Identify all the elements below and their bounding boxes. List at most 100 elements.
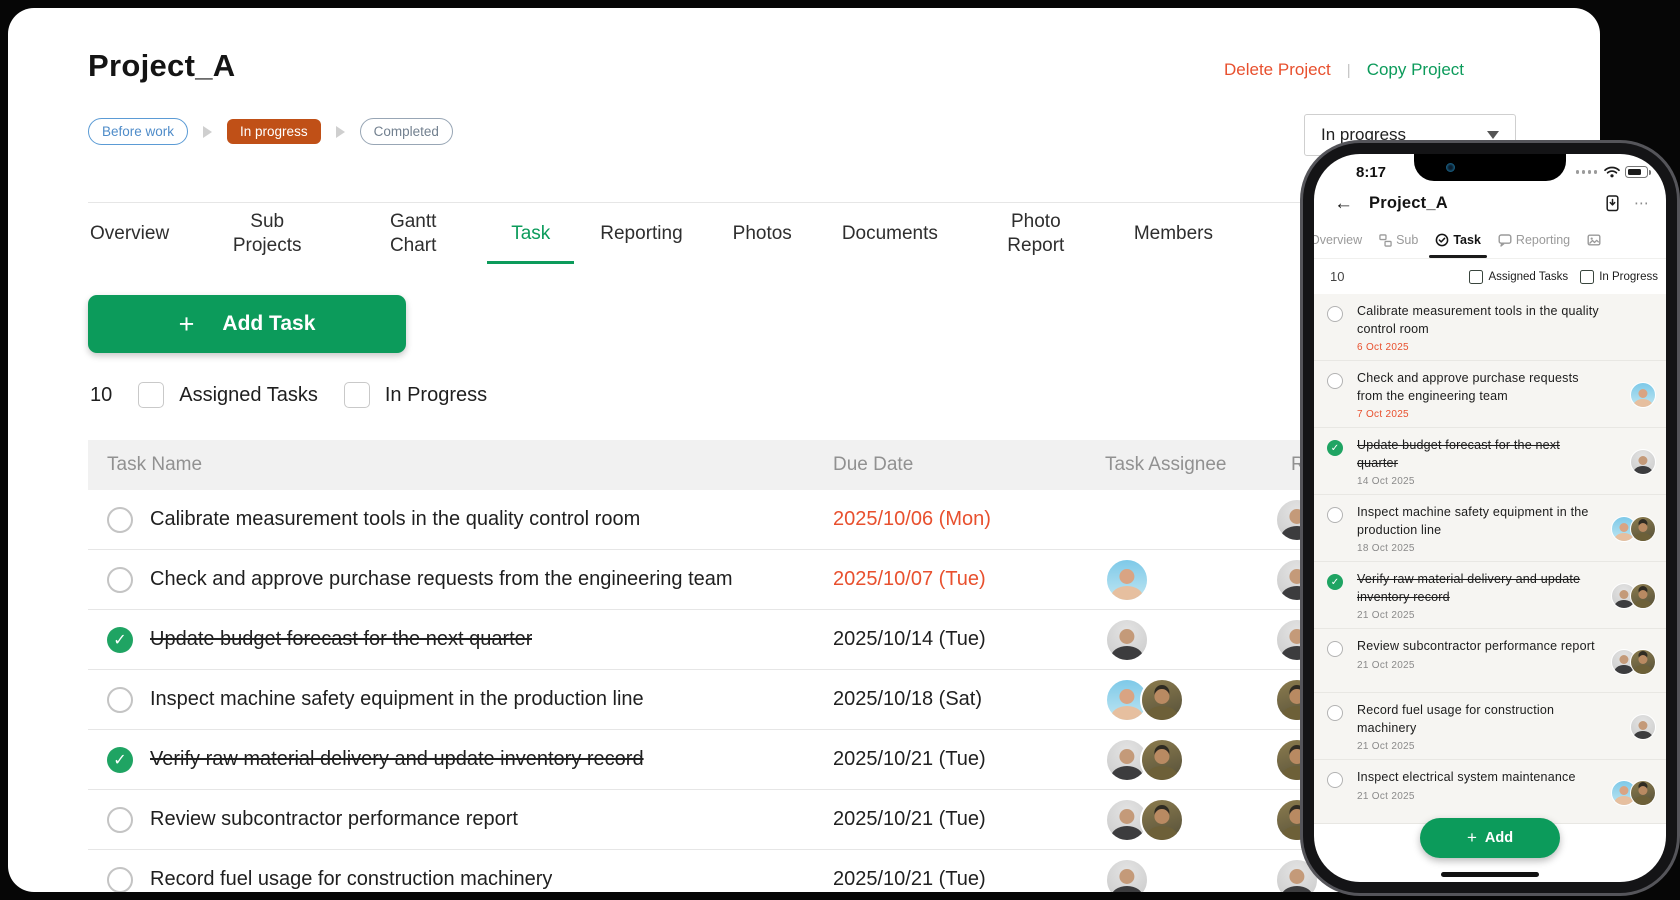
tab-label: Photos	[733, 222, 792, 246]
phone-assignee-avatar	[1630, 714, 1656, 740]
clock-label: 8:17	[1356, 164, 1386, 181]
tab-overview[interactable]: Overview	[88, 204, 171, 264]
due-date: 2025/10/21 (Tue)	[833, 748, 1105, 771]
phone-task-avatars	[1600, 638, 1658, 685]
phone-page-title: Project_A	[1369, 194, 1448, 213]
status-badge-in-progress[interactable]: In progress	[227, 119, 321, 144]
phone-task-check-circle[interactable]	[1327, 373, 1343, 389]
phone-add-button[interactable]: + Add	[1420, 818, 1560, 858]
due-date: 2025/10/18 (Sat)	[833, 688, 1105, 711]
assigned-tasks-checkbox[interactable]	[138, 382, 164, 408]
statusbar-icons	[1576, 166, 1649, 178]
phone-task-avatars	[1600, 571, 1658, 621]
tab-documents[interactable]: Documents	[840, 204, 940, 264]
phone-task-row[interactable]: Review subcontractor performance report2…	[1314, 629, 1666, 693]
phone-filter-in-progress: In Progress	[1580, 270, 1658, 284]
battery-icon	[1625, 166, 1648, 178]
phone-task-row[interactable]: Inspect electrical system maintenance21 …	[1314, 760, 1666, 824]
tab-photos[interactable]: Photos	[731, 204, 794, 264]
phone-task-check-circle[interactable]: ✓	[1327, 440, 1343, 456]
copy-project-link[interactable]: Copy Project	[1367, 60, 1464, 80]
phone-tab-photos[interactable]	[1587, 222, 1601, 258]
phone-task-title: Update budget forecast for the next quar…	[1357, 437, 1600, 472]
back-icon[interactable]: ←	[1334, 194, 1353, 213]
phone-task-check-circle[interactable]	[1327, 641, 1343, 657]
phone-task-check-circle[interactable]: ✓	[1327, 574, 1343, 590]
tab-task[interactable]: Task	[509, 204, 552, 264]
phone-in-progress-label: In Progress	[1599, 271, 1658, 283]
phone-nav: ← Project_A ⋯	[1314, 184, 1666, 222]
phone-tab-bar: Overview Sub Task Reporting	[1314, 222, 1666, 258]
phone-notch	[1414, 154, 1566, 181]
task-check-circle[interactable]	[107, 867, 133, 893]
task-check-circle[interactable]: ✓	[107, 747, 133, 773]
phone-task-row[interactable]: Check and approve purchase requests from…	[1314, 361, 1666, 428]
tab-photo-report[interactable]: Photo Report	[986, 204, 1086, 264]
tab-bar: Overview Sub Projects Gantt Chart Task Repor…	[88, 204, 1215, 264]
phone-in-progress-checkbox[interactable]	[1580, 270, 1594, 284]
phone-task-check-circle[interactable]	[1327, 705, 1343, 721]
task-name: Calibrate measurement tools in the quali…	[150, 508, 640, 531]
wifi-icon	[1604, 166, 1620, 178]
tab-sub-projects[interactable]: Sub Projects	[217, 204, 317, 264]
image-icon	[1587, 233, 1601, 247]
task-name-cell: Inspect machine safety equipment in the …	[88, 687, 833, 713]
status-badge-before-work[interactable]: Before work	[88, 118, 188, 145]
assignee-avatars	[1105, 858, 1275, 893]
task-check-circle[interactable]	[107, 567, 133, 593]
in-progress-label: In Progress	[385, 384, 487, 407]
phone-task-avatars	[1600, 702, 1658, 752]
delete-project-link[interactable]: Delete Project	[1224, 60, 1331, 80]
phone-task-row[interactable]: Record fuel usage for construction machi…	[1314, 693, 1666, 760]
status-badge-completed[interactable]: Completed	[360, 118, 453, 145]
in-progress-checkbox[interactable]	[344, 382, 370, 408]
task-filter-row: 10 Assigned Tasks In Progress	[90, 382, 487, 408]
actions-divider: |	[1347, 62, 1351, 79]
assigned-tasks-label: Assigned Tasks	[179, 384, 318, 407]
phone-assigned-tasks-checkbox[interactable]	[1469, 270, 1483, 284]
phone-task-title: Inspect electrical system maintenance	[1357, 769, 1600, 787]
phone-task-check-circle[interactable]	[1327, 507, 1343, 523]
phone-task-texts: Record fuel usage for construction machi…	[1357, 702, 1600, 752]
tab-label: Overview	[90, 222, 169, 246]
phone-task-check-circle[interactable]	[1327, 306, 1343, 322]
assignee-avatar	[1105, 858, 1149, 893]
phone-task-row[interactable]: ✓Verify raw material delivery and update…	[1314, 562, 1666, 629]
tab-label: Members	[1134, 222, 1213, 246]
add-task-button[interactable]: + Add Task	[88, 295, 406, 353]
home-indicator[interactable]	[1441, 872, 1539, 877]
phone-task-check-circle[interactable]	[1327, 772, 1343, 788]
task-check-circle[interactable]: ✓	[107, 627, 133, 653]
phone-task-texts: Review subcontractor performance report2…	[1357, 638, 1600, 685]
tab-label: Reporting	[600, 222, 682, 246]
tab-members[interactable]: Members	[1132, 204, 1215, 264]
task-name-cell: ✓Verify raw material delivery and update…	[88, 747, 833, 773]
more-icon[interactable]: ⋯	[1634, 194, 1650, 212]
task-check-circle[interactable]	[107, 807, 133, 833]
device-icon[interactable]	[1605, 195, 1620, 212]
phone-tab-sub[interactable]: Sub	[1379, 222, 1418, 258]
task-check-circle[interactable]	[107, 687, 133, 713]
phone-tab-task[interactable]: Task	[1435, 222, 1481, 258]
tab-label: Task	[511, 222, 550, 246]
phone-tab-reporting[interactable]: Reporting	[1498, 222, 1570, 258]
project-actions: Delete Project | Copy Project	[1224, 60, 1464, 80]
phone-tab-overview[interactable]: Overview	[1314, 222, 1362, 258]
assignee-avatars	[1105, 798, 1275, 842]
column-due-date: Due Date	[833, 454, 1105, 476]
assignee-avatar	[1105, 618, 1149, 662]
task-name-cell: ✓Update budget forecast for the next qua…	[88, 627, 833, 653]
phone-filter-assigned: Assigned Tasks	[1469, 270, 1568, 284]
assignee-avatar	[1140, 678, 1184, 722]
tab-gantt-chart[interactable]: Gantt Chart	[363, 204, 463, 264]
phone-assigned-tasks-label: Assigned Tasks	[1488, 271, 1568, 283]
phone-task-avatars	[1600, 769, 1658, 816]
phone-task-row[interactable]: Calibrate measurement tools in the quali…	[1314, 294, 1666, 361]
task-check-circle[interactable]	[107, 507, 133, 533]
task-icon	[1435, 233, 1449, 247]
phone-task-title: Calibrate measurement tools in the quali…	[1357, 303, 1600, 338]
phone-task-row[interactable]: Inspect machine safety equipment in the …	[1314, 495, 1666, 562]
tab-reporting[interactable]: Reporting	[598, 204, 684, 264]
phone-task-row[interactable]: ✓ Update budget forecast for the next qua…	[1314, 428, 1666, 495]
phone-task-title: Review subcontractor performance report	[1357, 638, 1600, 656]
